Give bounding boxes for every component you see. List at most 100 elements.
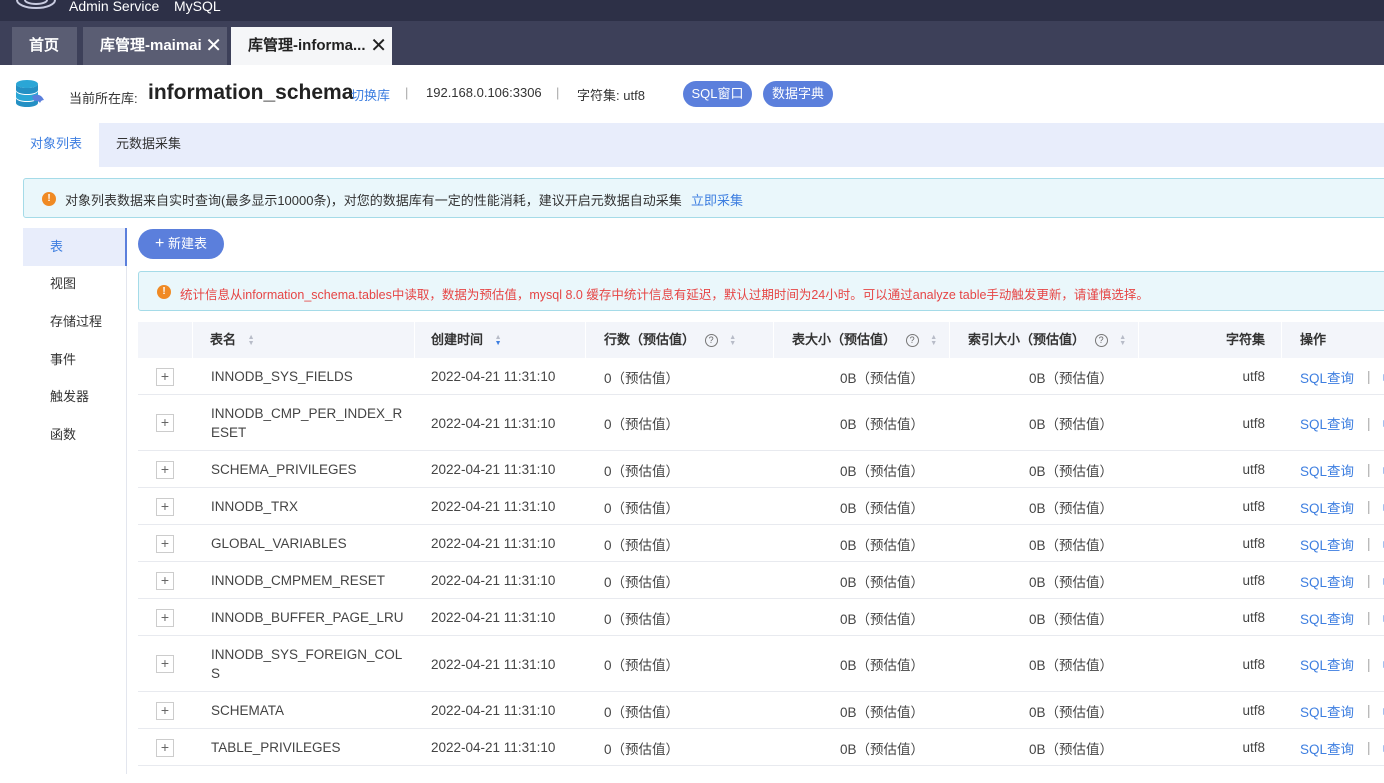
expand-row-icon[interactable]: + — [156, 460, 174, 479]
table-size-cell: 0B（预估值） — [839, 704, 924, 720]
table-name-line: TABLE_PRIVILEGES — [211, 740, 341, 755]
expand-row-icon[interactable]: + — [156, 701, 174, 720]
table-row[interactable]: + INNODB_SYS_FOREIGN_COL S 2022-04-21 11:31… — [138, 636, 1384, 692]
table-name-line: INNODB_BUFFER_PAGE_LRU — [211, 610, 404, 625]
tab-db-maimai[interactable]: 库管理-maimai ✕ — [83, 27, 227, 65]
index-size-cell: 0B（预估值） — [1028, 574, 1113, 590]
expand-row-icon[interactable]: + — [156, 655, 174, 673]
table-row[interactable]: + INNODB_SYS_FIELDS 2022-04-21 11:31:10 0（预… — [138, 358, 1384, 395]
divider: | — [1367, 462, 1371, 477]
table-size-cell: 0B（预估值） — [839, 741, 924, 757]
index-size-cell: 0B（预估值） — [1028, 417, 1113, 432]
help-icon[interactable]: ? — [905, 334, 919, 348]
actions-cell: SQL查询|▸ — [1300, 488, 1384, 525]
actions-cell: SQL查询|▸ — [1300, 636, 1384, 692]
sql-query-link[interactable]: SQL查询 — [1300, 571, 1354, 591]
sql-query-link[interactable]: SQL查询 — [1300, 608, 1354, 628]
menu-item-triggers[interactable]: 触发器 — [23, 378, 127, 416]
table-row[interactable]: + SCHEMA_PRIVILEGES 2022-04-21 11:31:10 0（预… — [138, 451, 1384, 488]
menu-item-procedures[interactable]: 存储过程 — [23, 303, 127, 341]
charset-cell: utf8 — [1242, 536, 1265, 551]
header-created-time[interactable]: 创建时间 ▲ ▼ — [415, 322, 586, 358]
menu-item-views[interactable]: 视图 — [23, 265, 127, 303]
table-row[interactable]: + INNODB_CMP_PER_INDEX_R ESET 2022-04-21 11… — [138, 395, 1384, 451]
table-size-cell: 0B（预估值） — [839, 463, 924, 479]
tab-home[interactable]: 首页 — [12, 27, 77, 65]
switch-db-link[interactable]: 切换库 — [351, 85, 390, 104]
table-row[interactable]: + INNODB_CMPMEM_RESET 2022-04-21 11:31:10 0… — [138, 562, 1384, 599]
menu-item-functions[interactable]: 函数 — [23, 416, 127, 454]
actions-cell: SQL查询|▸ — [1300, 599, 1384, 636]
sql-query-link[interactable]: SQL查询 — [1300, 497, 1354, 517]
help-icon[interactable]: ? — [1094, 334, 1108, 348]
expand-row-icon[interactable]: + — [156, 608, 174, 627]
created-time-cell: 2022-04-21 11:31:10 — [431, 610, 556, 625]
table-size-cell: 0B（预估值） — [839, 500, 924, 516]
table-row[interactable]: + TABLE_PRIVILEGES 2022-04-21 11:31:10 0（预估… — [138, 729, 1384, 766]
collect-now-link[interactable]: 立即采集 — [691, 190, 743, 209]
header-table-size[interactable]: 表大小（预估值） ? ▲ ▼ — [774, 322, 950, 358]
sql-window-button[interactable]: SQL窗口 — [683, 81, 752, 107]
menu-item-events[interactable]: 事件 — [23, 341, 127, 379]
table-size-cell: 0B（预估值） — [839, 574, 924, 590]
created-time-cell: 2022-04-21 11:31:10 — [431, 499, 556, 514]
actions-cell: SQL查询|▸ — [1300, 525, 1384, 562]
tab-object-list[interactable]: 对象列表 — [12, 123, 99, 167]
expand-row-icon[interactable]: + — [156, 534, 174, 553]
sort-icon[interactable]: ▲ ▼ — [729, 334, 736, 347]
created-time-cell: 2022-04-21 11:31:10 — [431, 656, 556, 672]
data-dictionary-button[interactable]: 数据字典 — [763, 81, 833, 107]
tab-db-information-schema[interactable]: 库管理-informa... ✕ — [231, 27, 392, 65]
created-time-cell: 2022-04-21 11:31:10 — [431, 740, 556, 755]
tab-metadata-collection[interactable]: 元数据采集 — [116, 123, 181, 167]
expand-row-icon[interactable]: + — [156, 571, 174, 590]
table-name-cell: INNODB_CMPMEM_RESET — [211, 562, 411, 599]
header-table-name[interactable]: 表名 ▲ ▼ — [193, 322, 415, 358]
sort-icon[interactable]: ▲ ▼ — [495, 334, 502, 347]
table-row[interactable]: + GLOBAL_VARIABLES 2022-04-21 11:31:10 0（预估… — [138, 525, 1384, 562]
sql-query-link[interactable]: SQL查询 — [1300, 460, 1354, 480]
table-row[interactable]: + INNODB_TRX 2022-04-21 11:31:10 0（预估值） 0B（预… — [138, 488, 1384, 525]
header-index-size[interactable]: 索引大小（预估值） ? ▲ ▼ — [950, 322, 1139, 358]
expand-row-icon[interactable]: + — [156, 414, 174, 432]
new-table-button[interactable]: + 新建表 — [138, 229, 224, 259]
menu-item-tables[interactable]: 表 — [23, 228, 127, 266]
sql-query-link[interactable]: SQL查询 — [1300, 413, 1354, 433]
table-name-cell: GLOBAL_VARIABLES — [211, 525, 411, 562]
sql-query-link[interactable]: SQL查询 — [1300, 534, 1354, 554]
sql-query-link[interactable]: SQL查询 — [1300, 738, 1354, 758]
product-name[interactable]: MySQL — [174, 0, 221, 13]
expand-row-icon[interactable]: + — [156, 367, 174, 386]
table-name-line: INNODB_TRX — [211, 499, 299, 514]
table-name-line: SCHEMA_PRIVILEGES — [211, 462, 357, 477]
charset-cell: utf8 — [1242, 369, 1265, 384]
charset-cell: utf8 — [1242, 703, 1265, 718]
close-icon[interactable]: ✕ — [205, 27, 222, 65]
sql-query-link[interactable]: SQL查询 — [1300, 654, 1354, 674]
sql-query-link[interactable]: SQL查询 — [1300, 367, 1354, 387]
current-db-name: information_schema — [148, 81, 354, 104]
charset-cell: utf8 — [1242, 573, 1265, 588]
divider: | — [1367, 415, 1371, 431]
header-row-count[interactable]: 行数（预估值） ? ▲ ▼ — [586, 322, 774, 358]
divider: | — [556, 85, 560, 100]
index-size-cell: 0B（预估值） — [1028, 370, 1113, 386]
index-size-cell: 0B（预估值） — [1028, 658, 1113, 673]
sort-icon[interactable]: ▲ ▼ — [1119, 334, 1126, 347]
tab-label: 库管理-maimai — [100, 37, 202, 54]
table-name-line: ESET — [211, 425, 247, 440]
table-row[interactable]: + SCHEMATA 2022-04-21 11:31:10 0（预估值） 0B（预估值… — [138, 692, 1384, 729]
charset-cell: utf8 — [1242, 415, 1265, 431]
table-name-cell: INNODB_CMP_PER_INDEX_R ESET — [211, 395, 411, 451]
sort-icon[interactable]: ▲ ▼ — [248, 334, 255, 347]
divider: | — [1367, 536, 1371, 551]
help-icon[interactable]: ? — [704, 334, 718, 348]
close-icon[interactable]: ✕ — [370, 27, 387, 65]
expand-row-icon[interactable]: + — [156, 497, 174, 516]
expand-row-icon[interactable]: + — [156, 738, 174, 757]
table-row[interactable]: + INNODB_BUFFER_PAGE_LRU 2022-04-21 11:31:… — [138, 599, 1384, 636]
sort-icon[interactable]: ▲ ▼ — [930, 334, 937, 347]
table-size-cell: 0B（预估值） — [839, 658, 924, 673]
charset-cell: utf8 — [1242, 610, 1265, 625]
sql-query-link[interactable]: SQL查询 — [1300, 701, 1354, 721]
